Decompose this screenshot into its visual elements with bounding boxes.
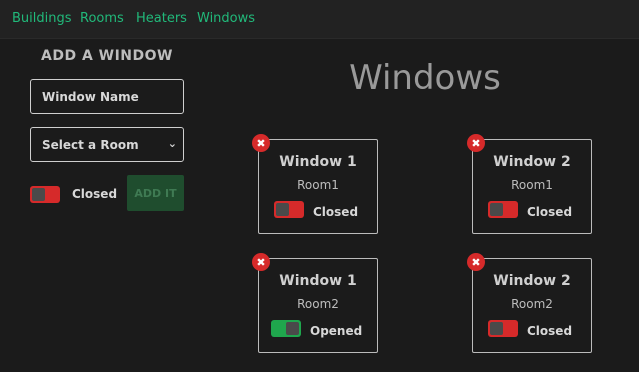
chevron-down-icon: ⌄	[167, 137, 177, 150]
toggle-knob	[276, 203, 289, 216]
add-window-title: ADD A WINDOW	[41, 48, 173, 64]
window-room: Room1	[297, 178, 339, 192]
window-state-label: Closed	[527, 205, 573, 219]
toggle-knob	[32, 188, 45, 201]
state-label: Closed	[72, 187, 118, 201]
state-toggle[interactable]	[30, 186, 60, 203]
nav-buildings[interactable]: Buildings	[12, 11, 72, 26]
window-state-toggle[interactable]	[488, 320, 518, 337]
window-name: Window 2	[493, 273, 571, 289]
window-room: Room2	[297, 297, 339, 311]
room-select[interactable]: Select a Room ⌄	[30, 127, 184, 162]
window-state-toggle[interactable]	[271, 320, 301, 337]
close-icon: ✖	[256, 136, 266, 150]
window-name: Window 1	[279, 273, 357, 289]
add-it-button[interactable]: ADD IT	[127, 175, 184, 211]
window-state-toggle[interactable]	[274, 201, 304, 218]
window-card: Window 1 Room1 Closed	[258, 139, 378, 234]
window-name: Window 2	[493, 154, 571, 170]
window-state-label: Closed	[313, 205, 359, 219]
window-card: Window 2 Room1 Closed	[472, 139, 592, 234]
page-title: Windows	[349, 58, 501, 98]
close-icon: ✖	[471, 255, 481, 269]
delete-window-button[interactable]: ✖	[252, 134, 270, 152]
window-state-label: Closed	[527, 324, 573, 338]
room-select-value: Select a Room	[42, 137, 139, 152]
window-card: Window 1 Room2 Opened	[258, 258, 378, 353]
window-name-placeholder: Window Name	[42, 89, 139, 104]
close-icon: ✖	[256, 255, 266, 269]
delete-window-button[interactable]: ✖	[252, 253, 270, 271]
window-name-input[interactable]: Window Name	[30, 79, 184, 114]
window-state-toggle[interactable]	[488, 201, 518, 218]
delete-window-button[interactable]: ✖	[467, 253, 485, 271]
toggle-knob	[490, 322, 503, 335]
toggle-knob	[490, 203, 503, 216]
toggle-knob	[286, 322, 299, 335]
top-nav: Buildings Rooms Heaters Windows	[0, 0, 639, 39]
window-state-label: Opened	[310, 324, 363, 338]
window-name: Window 1	[279, 154, 357, 170]
nav-windows[interactable]: Windows	[197, 11, 255, 26]
window-card: Window 2 Room2 Closed	[472, 258, 592, 353]
nav-heaters[interactable]: Heaters	[136, 11, 187, 26]
nav-rooms[interactable]: Rooms	[80, 11, 124, 26]
close-icon: ✖	[471, 136, 481, 150]
window-room: Room1	[511, 178, 553, 192]
window-room: Room2	[511, 297, 553, 311]
delete-window-button[interactable]: ✖	[467, 134, 485, 152]
